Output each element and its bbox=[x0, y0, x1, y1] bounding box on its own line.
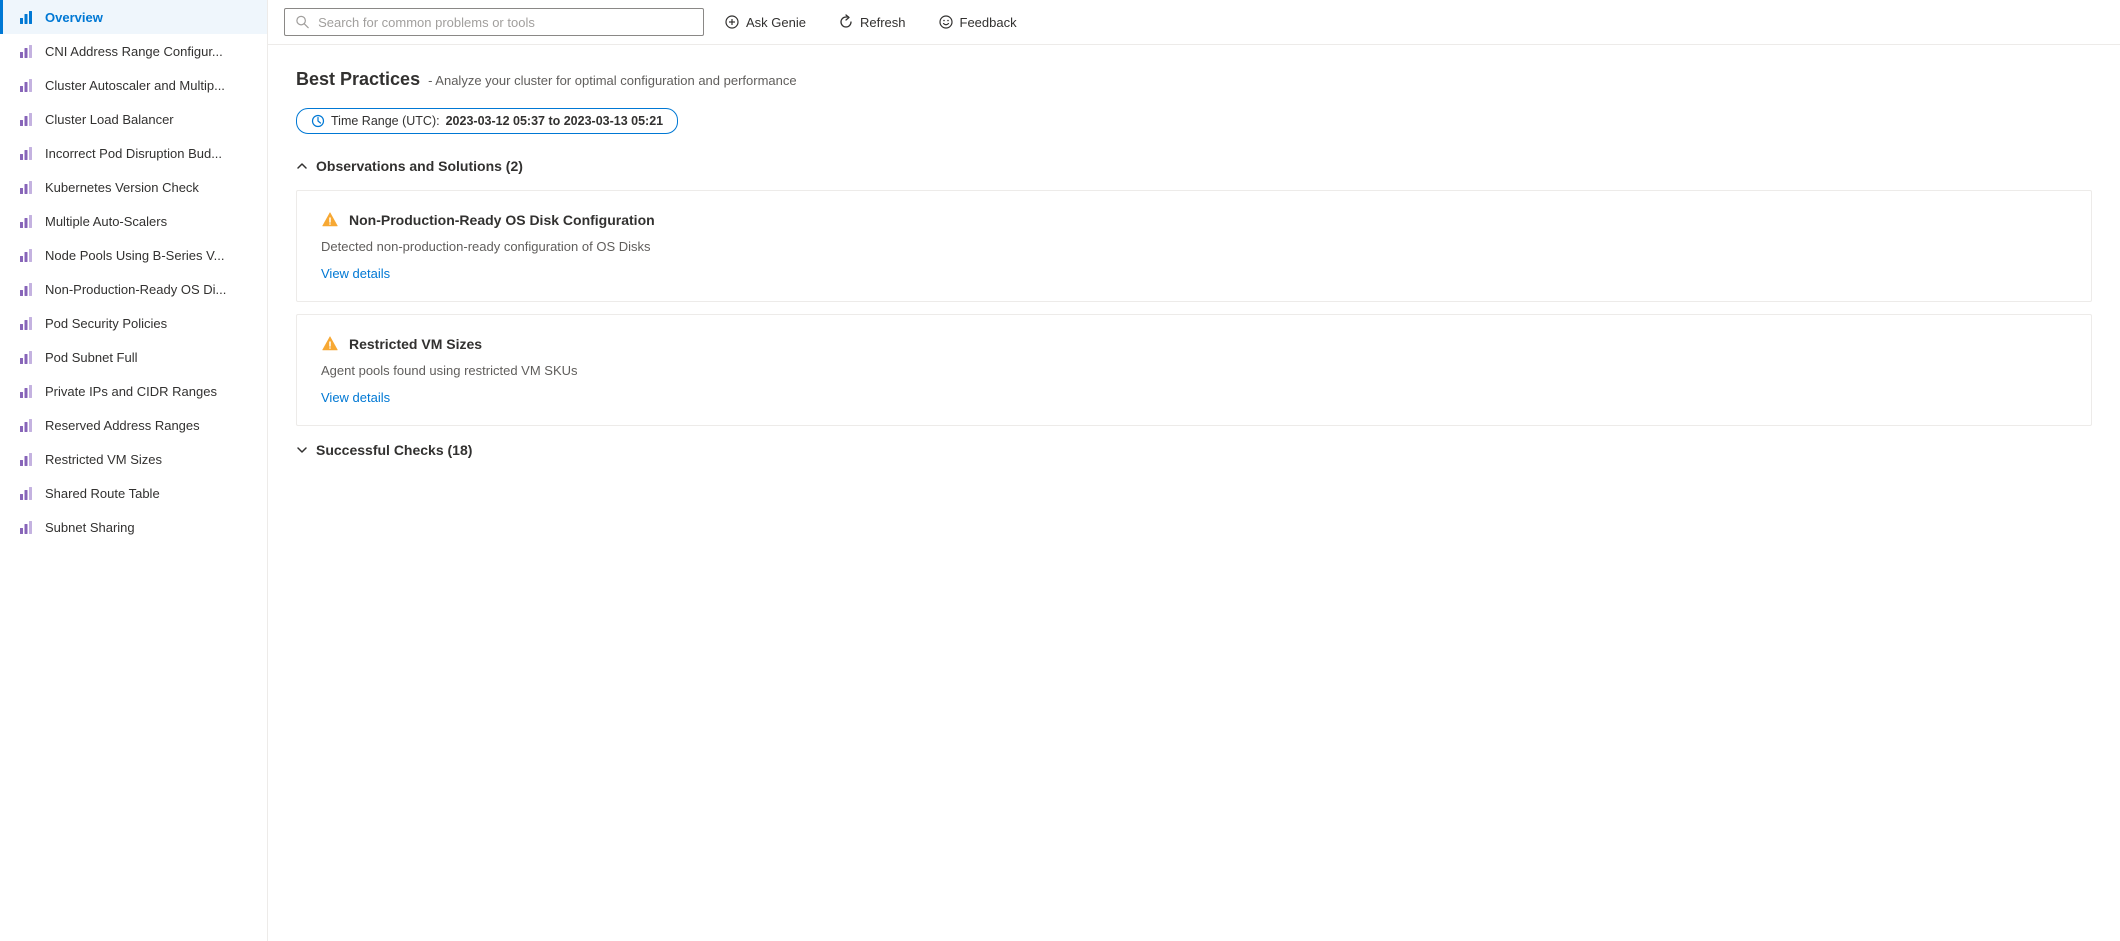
collapse-icon bbox=[296, 160, 308, 172]
sidebar-item-label: Overview bbox=[45, 10, 103, 25]
sidebar-item-pod-subnet[interactable]: Pod Subnet Full bbox=[0, 340, 267, 374]
sidebar-item-shared-route[interactable]: Shared Route Table bbox=[0, 476, 267, 510]
page-title: Best Practices bbox=[296, 69, 420, 90]
sidebar-item-multiple-auto-scalers[interactable]: Multiple Auto-Scalers bbox=[0, 204, 267, 238]
genie-icon bbox=[724, 14, 740, 30]
time-range-badge[interactable]: Time Range (UTC): 2023-03-12 05:37 to 20… bbox=[296, 108, 678, 134]
page-subtitle: - Analyze your cluster for optimal confi… bbox=[428, 73, 797, 88]
ask-genie-label: Ask Genie bbox=[746, 15, 806, 30]
sidebar-item-private-ips[interactable]: Private IPs and CIDR Ranges bbox=[0, 374, 267, 408]
chart-icon bbox=[19, 43, 35, 59]
chart-icon bbox=[19, 485, 35, 501]
observation-card-restricted-vm-sizes: Restricted VM Sizes Agent pools found us… bbox=[296, 314, 2092, 426]
chart-icon bbox=[19, 417, 35, 433]
successful-section-header[interactable]: Successful Checks (18) bbox=[296, 442, 2092, 458]
refresh-button[interactable]: Refresh bbox=[826, 8, 918, 36]
chart-icon bbox=[19, 383, 35, 399]
search-icon bbox=[295, 14, 310, 30]
sidebar-item-node-pools[interactable]: Node Pools Using B-Series V... bbox=[0, 238, 267, 272]
chart-icon bbox=[19, 349, 35, 365]
sidebar-item-label: Private IPs and CIDR Ranges bbox=[45, 384, 217, 399]
sidebar-item-label: Non-Production-Ready OS Di... bbox=[45, 282, 226, 297]
sidebar-item-label: Subnet Sharing bbox=[45, 520, 135, 535]
observation-card-non-prod-os-disk: Non-Production-Ready OS Disk Configurati… bbox=[296, 190, 2092, 302]
sidebar-item-label: Shared Route Table bbox=[45, 486, 160, 501]
search-box[interactable] bbox=[284, 8, 704, 36]
sidebar-item-label: Kubernetes Version Check bbox=[45, 180, 199, 195]
time-range-prefix: Time Range (UTC): bbox=[331, 114, 440, 128]
sidebar-item-label: Cluster Autoscaler and Multip... bbox=[45, 78, 225, 93]
sidebar-item-subnet-sharing[interactable]: Subnet Sharing bbox=[0, 510, 267, 544]
ask-genie-button[interactable]: Ask Genie bbox=[712, 8, 818, 36]
sidebar-item-pod-security[interactable]: Pod Security Policies bbox=[0, 306, 267, 340]
chart-icon bbox=[19, 281, 35, 297]
observation-title: Non-Production-Ready OS Disk Configurati… bbox=[349, 212, 655, 228]
page-title-row: Best Practices - Analyze your cluster fo… bbox=[296, 69, 2092, 90]
sidebar-item-cluster-load-balancer[interactable]: Cluster Load Balancer bbox=[0, 102, 267, 136]
sidebar-item-pod-disruption[interactable]: Incorrect Pod Disruption Bud... bbox=[0, 136, 267, 170]
sidebar-item-label: Incorrect Pod Disruption Bud... bbox=[45, 146, 222, 161]
sidebar-item-label: Cluster Load Balancer bbox=[45, 112, 174, 127]
observations-section-header[interactable]: Observations and Solutions (2) bbox=[296, 158, 2092, 174]
sidebar-item-restricted-vm[interactable]: Restricted VM Sizes bbox=[0, 442, 267, 476]
content-area: Best Practices - Analyze your cluster fo… bbox=[268, 45, 2120, 941]
chart-icon bbox=[19, 451, 35, 467]
chart-icon bbox=[19, 9, 35, 25]
chart-icon bbox=[19, 247, 35, 263]
observation-cards: Non-Production-Ready OS Disk Configurati… bbox=[296, 190, 2092, 426]
observation-title: Restricted VM Sizes bbox=[349, 336, 482, 352]
sidebar-item-cluster-autoscaler[interactable]: Cluster Autoscaler and Multip... bbox=[0, 68, 267, 102]
chart-icon bbox=[19, 77, 35, 93]
sidebar-item-label: Pod Security Policies bbox=[45, 316, 167, 331]
expand-icon bbox=[296, 444, 308, 456]
chart-icon bbox=[19, 213, 35, 229]
sidebar-item-label: CNI Address Range Configur... bbox=[45, 44, 223, 59]
sidebar-item-label: Multiple Auto-Scalers bbox=[45, 214, 167, 229]
chart-icon bbox=[19, 519, 35, 535]
main-panel: Ask Genie Refresh Feedback Best Practice… bbox=[268, 0, 2120, 941]
sidebar-item-kubernetes-version[interactable]: Kubernetes Version Check bbox=[0, 170, 267, 204]
successful-section-title: Successful Checks (18) bbox=[316, 442, 472, 458]
sidebar-item-overview[interactable]: Overview bbox=[0, 0, 267, 34]
feedback-label: Feedback bbox=[960, 15, 1017, 30]
warning-icon bbox=[321, 335, 339, 353]
sidebar-item-cni[interactable]: CNI Address Range Configur... bbox=[0, 34, 267, 68]
chart-icon bbox=[19, 145, 35, 161]
feedback-button[interactable]: Feedback bbox=[926, 8, 1029, 36]
sidebar-item-label: Pod Subnet Full bbox=[45, 350, 138, 365]
refresh-label: Refresh bbox=[860, 15, 906, 30]
observation-title-row: Non-Production-Ready OS Disk Configurati… bbox=[321, 211, 2067, 229]
refresh-icon bbox=[838, 14, 854, 30]
observation-description: Agent pools found using restricted VM SK… bbox=[321, 363, 2067, 378]
sidebar: Overview CNI Address Range Configur... C… bbox=[0, 0, 268, 941]
observations-section-title: Observations and Solutions (2) bbox=[316, 158, 523, 174]
sidebar-item-label: Node Pools Using B-Series V... bbox=[45, 248, 224, 263]
chart-icon bbox=[19, 179, 35, 195]
chart-icon bbox=[19, 315, 35, 331]
sidebar-item-reserved-address[interactable]: Reserved Address Ranges bbox=[0, 408, 267, 442]
clock-icon bbox=[311, 114, 325, 128]
sidebar-item-label: Restricted VM Sizes bbox=[45, 452, 162, 467]
time-range-value: 2023-03-12 05:37 to 2023-03-13 05:21 bbox=[446, 114, 664, 128]
feedback-icon bbox=[938, 14, 954, 30]
sidebar-item-non-production[interactable]: Non-Production-Ready OS Di... bbox=[0, 272, 267, 306]
sidebar-item-label: Reserved Address Ranges bbox=[45, 418, 200, 433]
observation-title-row: Restricted VM Sizes bbox=[321, 335, 2067, 353]
warning-icon bbox=[321, 211, 339, 229]
view-details-link[interactable]: View details bbox=[321, 266, 390, 281]
observation-description: Detected non-production-ready configurat… bbox=[321, 239, 2067, 254]
toolbar: Ask Genie Refresh Feedback bbox=[268, 0, 2120, 45]
chart-icon bbox=[19, 111, 35, 127]
view-details-link[interactable]: View details bbox=[321, 390, 390, 405]
search-input[interactable] bbox=[318, 15, 693, 30]
